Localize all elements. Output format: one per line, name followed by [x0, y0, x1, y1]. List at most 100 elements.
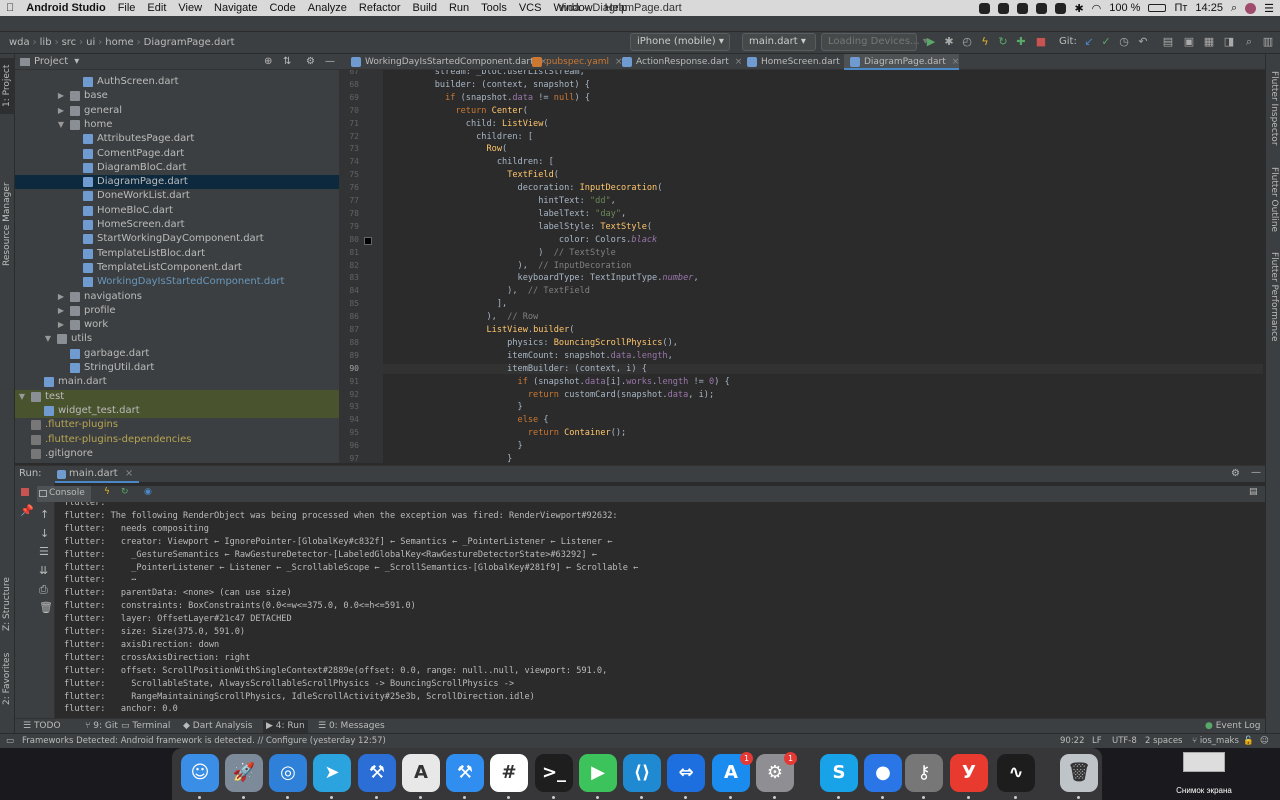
line-number[interactable]: 96: [339, 441, 359, 450]
tree-item[interactable]: ▼ home: [15, 118, 339, 132]
tab-structure[interactable]: Z: Structure: [0, 569, 15, 639]
dock-app-slack[interactable]: #: [490, 754, 528, 792]
tab-project[interactable]: 1: Project: [0, 58, 15, 114]
code-line[interactable]: hintText: "dd",: [383, 196, 1263, 206]
code-line[interactable]: children: [: [383, 157, 1263, 167]
code-line[interactable]: keyboardType: TextInputType.number,: [383, 273, 1263, 283]
locate-icon[interactable]: ⊕: [264, 56, 272, 67]
line-number[interactable]: 71: [339, 119, 359, 128]
dock-app-activity-monitor[interactable]: ∿: [997, 754, 1035, 792]
indent-setting[interactable]: 2 spaces: [1145, 736, 1182, 746]
line-number[interactable]: 84: [339, 286, 359, 295]
tab-terminal[interactable]: ▭ Terminal: [121, 720, 170, 733]
color-swatch-icon[interactable]: [364, 236, 372, 245]
line-number[interactable]: 74: [339, 157, 359, 166]
tree-item[interactable]: HomeBloC.dart: [15, 204, 339, 218]
code-line[interactable]: labelStyle: TextStyle(: [383, 222, 1263, 232]
dock-app-keychain[interactable]: ⚷: [905, 754, 943, 792]
line-number[interactable]: 91: [339, 377, 359, 386]
code-line[interactable]: }: [383, 454, 1263, 463]
pin-icon[interactable]: 📌: [20, 504, 34, 517]
status-message[interactable]: Frameworks Detected: Android framework i…: [22, 736, 386, 746]
status-icon[interactable]: [979, 2, 991, 14]
dock-app-vs-code[interactable]: ⟨⟩: [623, 754, 661, 792]
tree-item[interactable]: AttributesPage.dart: [15, 132, 339, 146]
menu-view[interactable]: View: [172, 0, 208, 16]
code-line[interactable]: ), // InputDecoration: [383, 261, 1263, 271]
git-branch[interactable]: ⑂ ios_maks: [1192, 736, 1239, 746]
tree-item[interactable]: HomeScreen.dart: [15, 218, 339, 232]
code-line[interactable]: stream: _bloc.userListStream,: [383, 70, 1263, 77]
tree-item[interactable]: ComentPage.dart: [15, 147, 339, 161]
screenshot-thumbnail[interactable]: [1183, 752, 1225, 772]
spotlight-icon[interactable]: ⌕: [1231, 2, 1237, 15]
line-number[interactable]: 88: [339, 338, 359, 347]
battery-percent[interactable]: 100 %: [1109, 2, 1140, 14]
menu-build[interactable]: Build: [406, 0, 442, 16]
up-arrow-icon[interactable]: ↑: [40, 508, 49, 521]
hot-restart-icon[interactable]: ↻: [997, 36, 1009, 48]
display-icon[interactable]: [1017, 2, 1029, 14]
menu-refactor[interactable]: Refactor: [353, 0, 407, 16]
line-number[interactable]: 85: [339, 299, 359, 308]
tree-item[interactable]: ▶ work: [15, 318, 339, 332]
menu-code[interactable]: Code: [263, 0, 301, 16]
dock-app-launchpad[interactable]: 🚀: [225, 754, 263, 792]
down-arrow-icon[interactable]: ↓: [40, 527, 49, 540]
check-icon[interactable]: [1036, 2, 1048, 14]
line-number[interactable]: 80: [339, 235, 359, 244]
run-config-selector[interactable]: main.dart ▾: [742, 33, 816, 51]
line-number[interactable]: 90: [339, 364, 359, 373]
collapse-icon[interactable]: ⇅: [283, 56, 291, 67]
line-number[interactable]: 93: [339, 402, 359, 411]
code-line[interactable]: builder: (context, snapshot) {: [383, 80, 1263, 90]
code-line[interactable]: }: [383, 402, 1263, 412]
console-output[interactable]: flutter: flutter: The following RenderObj…: [55, 502, 1265, 717]
line-number[interactable]: 75: [339, 170, 359, 179]
menu-navigate[interactable]: Navigate: [208, 0, 263, 16]
line-number[interactable]: 72: [339, 132, 359, 141]
dock-app-terminal[interactable]: >_: [535, 754, 573, 792]
code-line[interactable]: return customCard(snapshot.data, i);: [383, 390, 1263, 400]
minimize-icon[interactable]: —: [1251, 467, 1261, 478]
scroll-to-end-icon[interactable]: ⇊: [39, 564, 48, 577]
breadcrumb-item[interactable]: lib: [37, 37, 55, 48]
expand-down-icon[interactable]: ▼: [43, 332, 53, 346]
line-number[interactable]: 87: [339, 325, 359, 334]
tree-item[interactable]: ▼ utils: [15, 332, 339, 346]
avd-manager-icon[interactable]: ▦: [1203, 36, 1215, 48]
tree-item[interactable]: DiagramPage.dart: [15, 175, 339, 190]
settings-icon[interactable]: ▥: [1262, 36, 1274, 48]
hot-restart-icon[interactable]: ↻: [121, 487, 129, 497]
tab-git[interactable]: ⑂ 9: Git: [85, 720, 118, 733]
line-number[interactable]: 89: [339, 351, 359, 360]
code-line[interactable]: TextField(: [383, 170, 1263, 180]
dock-app-xcode[interactable]: ⚒: [358, 754, 396, 792]
dropbox-icon[interactable]: [998, 2, 1010, 14]
tree-item[interactable]: .flutter-plugins-dependencies: [15, 433, 339, 447]
code-line[interactable]: itemCount: snapshot.data.length,: [383, 351, 1263, 361]
tree-item[interactable]: ▼ test: [15, 389, 339, 404]
expand-right-icon[interactable]: ▶: [56, 104, 66, 118]
run-config-tab[interactable]: main.dart ×: [55, 466, 140, 483]
code-line[interactable]: ), // TextField: [383, 286, 1263, 296]
tree-item[interactable]: ▶ general: [15, 104, 339, 118]
dock-app-teamviewer[interactable]: ⇔: [667, 754, 705, 792]
menu-vcs[interactable]: VCS: [513, 0, 548, 16]
tab-flutter-inspector[interactable]: Flutter Inspector: [1266, 68, 1280, 148]
code-line[interactable]: if (snapshot.data != null) {: [383, 93, 1263, 103]
git-history-icon[interactable]: ◷: [1118, 36, 1130, 48]
close-icon[interactable]: ×: [952, 57, 960, 67]
soft-wrap-icon[interactable]: ☰: [39, 545, 49, 558]
dock-app-trash[interactable]: 🗑: [1060, 754, 1098, 792]
hot-reload-icon[interactable]: ϟ: [104, 487, 110, 497]
app-menu[interactable]: Android Studio: [20, 0, 111, 16]
user-avatar-icon[interactable]: [1245, 2, 1257, 14]
tree-item[interactable]: widget_test.dart: [15, 403, 339, 418]
breadcrumb-item[interactable]: wda: [6, 37, 33, 48]
tab-flutter-outline[interactable]: Flutter Outline: [1266, 164, 1280, 236]
tree-item[interactable]: main.dart: [15, 375, 339, 389]
clock-time[interactable]: 14:25: [1195, 2, 1223, 14]
run-icon[interactable]: ▶: [925, 36, 937, 48]
inspector-icon[interactable]: ☺: [1260, 736, 1269, 746]
